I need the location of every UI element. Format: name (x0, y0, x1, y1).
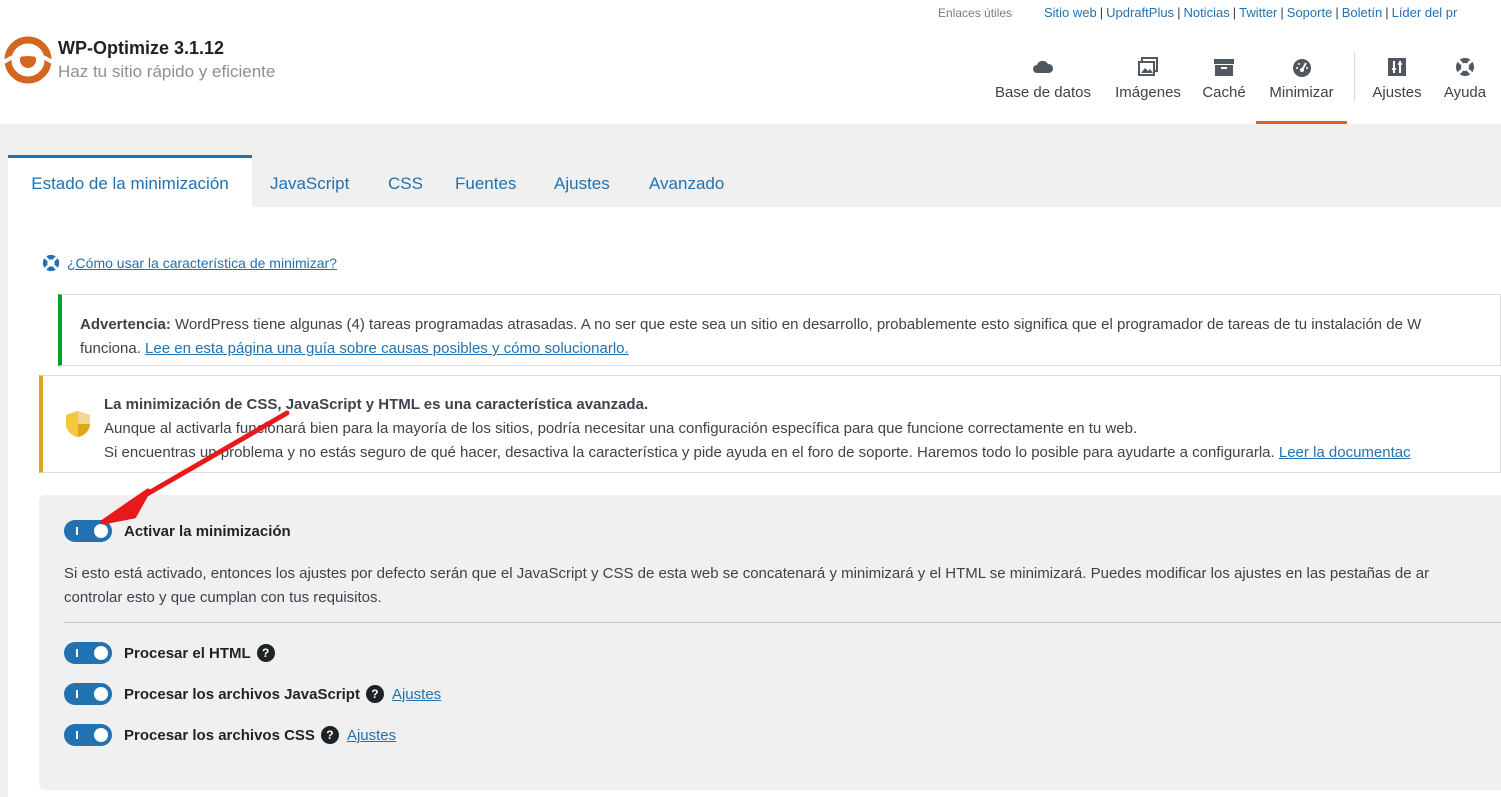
minify-description-line1: Si esto está activado, entonces los ajus… (64, 565, 1430, 582)
minify-description: Si esto está activado, entonces los ajus… (64, 562, 1429, 610)
process-css-row: Procesar los archivos CSS? Ajustes (124, 726, 396, 744)
tab-bar: Estado de la minimización JavaScript CSS… (8, 155, 1501, 207)
useful-links-label: Enlaces útiles (938, 6, 1013, 20)
howto-link[interactable]: ¿Cómo usar la característica de minimiza… (41, 253, 337, 273)
process-html-label: Procesar el HTML (124, 645, 251, 662)
help-icon[interactable]: ? (320, 726, 339, 744)
link-twitter[interactable]: Twitter (1239, 5, 1277, 20)
nav-settings[interactable]: Ajustes (1368, 54, 1426, 124)
js-settings-link[interactable]: Ajustes (392, 686, 441, 703)
process-js-toggle[interactable] (64, 683, 112, 705)
warning-text: WordPress tiene algunas (4) tareas progr… (170, 316, 1422, 333)
link-newsletter[interactable]: Boletín (1342, 5, 1382, 20)
nav-cache-label: Caché (1202, 84, 1246, 101)
useful-links: Sitio web | UpdraftPlus | Noticias | Twitter | S… (1044, 5, 1458, 20)
help-icon[interactable]: ? (365, 685, 384, 703)
tab-fonts[interactable]: Fuentes (455, 155, 516, 207)
link-news[interactable]: Noticias (1183, 5, 1229, 20)
lifebuoy-icon (42, 254, 60, 272)
nav-cache[interactable]: Caché (1198, 54, 1250, 124)
tab-advanced[interactable]: Avanzado (649, 155, 724, 207)
cloud-icon (1033, 60, 1054, 73)
wp-optimize-logo-icon (4, 36, 52, 84)
nav-help-label: Ayuda (1443, 84, 1487, 101)
nav-images-label: Imágenes (1115, 84, 1181, 101)
link-lead-dev[interactable]: Líder del pr (1392, 5, 1458, 20)
process-js-label: Procesar los archivos JavaScript (124, 686, 360, 703)
lifebuoy-icon (1456, 58, 1474, 76)
tab-status[interactable]: Estado de la minimización (8, 155, 252, 207)
documentation-link[interactable]: Leer la documentac (1279, 444, 1411, 461)
advanced-notice-line1: Aunque al activarla funcionará bien para… (104, 420, 1138, 437)
link-website[interactable]: Sitio web (1044, 5, 1097, 20)
minify-description-line2: controlar esto y que cumplan con tus req… (64, 589, 382, 606)
images-icon (1138, 57, 1158, 76)
shield-warning-icon (66, 411, 90, 437)
css-settings-link[interactable]: Ajustes (347, 727, 396, 744)
warning-text-2: funciona. (80, 340, 146, 357)
archive-icon (1214, 59, 1234, 76)
nav-database[interactable]: Base de datos (990, 54, 1096, 124)
process-html-toggle[interactable] (64, 642, 112, 664)
app-title: WP-Optimize 3.1.12 (58, 38, 225, 58)
advanced-notice-title: La minimización de CSS, JavaScript y HTM… (104, 396, 649, 413)
app-subtitle: Haz tu sitio rápido y eficiente (58, 62, 276, 81)
nav-database-label: Base de datos (995, 84, 1091, 101)
nav-images[interactable]: Imágenes (1110, 54, 1186, 124)
advanced-notice-line2: Si encuentras un problema y no estás seg… (104, 444, 1279, 461)
link-support[interactable]: Soporte (1287, 5, 1333, 20)
nav-minify[interactable]: Minimizar (1256, 54, 1347, 124)
howto-link-text: ¿Cómo usar la característica de minimiza… (67, 255, 337, 271)
enable-minify-label: Activar la minimización (124, 523, 291, 540)
process-css-toggle[interactable] (64, 724, 112, 746)
settings-divider (64, 622, 1501, 623)
enable-minify-toggle[interactable] (64, 520, 112, 542)
cron-warning-notice: Advertencia: WordPress tiene algunas (4)… (58, 294, 1501, 366)
help-icon[interactable]: ? (256, 644, 275, 662)
nav-settings-label: Ajustes (1372, 84, 1422, 101)
header-bar: Enlaces útiles Sitio web | UpdraftPlus | Not… (0, 0, 1501, 124)
warning-guide-link[interactable]: Lee en esta página una guía sobre causas… (145, 340, 629, 357)
process-js-row: Procesar los archivos JavaScript? Ajustes (124, 685, 441, 703)
nav-divider (1354, 52, 1355, 102)
warning-label: Advertencia: (80, 316, 171, 333)
nav-minify-label: Minimizar (1269, 84, 1334, 101)
link-updraftplus[interactable]: UpdraftPlus (1106, 5, 1174, 20)
process-css-label: Procesar los archivos CSS (124, 727, 315, 744)
nav-help[interactable]: Ayuda (1438, 54, 1492, 124)
tab-settings[interactable]: Ajustes (554, 155, 610, 207)
process-html-row: Procesar el HTML? (124, 644, 275, 662)
dashboard-gauge-icon (1292, 59, 1311, 77)
advanced-feature-notice: La minimización de CSS, JavaScript y HTM… (39, 375, 1501, 473)
tab-javascript[interactable]: JavaScript (270, 155, 349, 207)
tab-css[interactable]: CSS (388, 155, 423, 207)
sliders-icon (1388, 58, 1406, 76)
